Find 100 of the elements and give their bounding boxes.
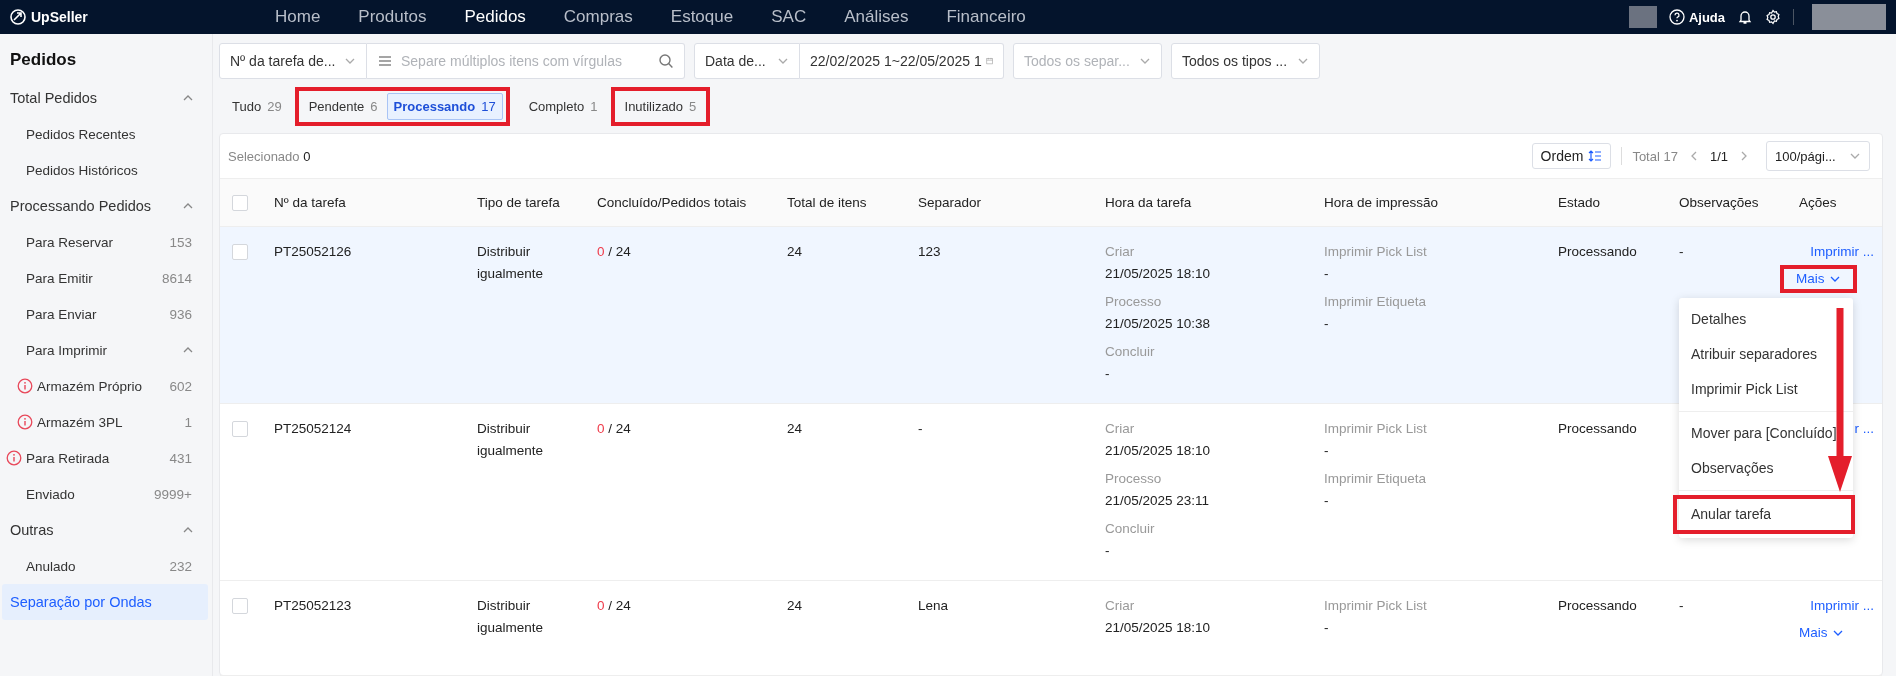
time-label: Criar [1105, 243, 1136, 261]
menu-item[interactable]: Mover para [Concluído] [1691, 416, 1837, 451]
print-link[interactable]: r ... [1854, 418, 1882, 440]
picker-name: Lena [918, 598, 949, 613]
page-indicator: 1/1 [1709, 148, 1728, 164]
list-icon [377, 53, 393, 69]
tab[interactable]: Inutilizado 5 [617, 92, 704, 120]
task-number: PT25052126 [274, 244, 352, 259]
menu-item[interactable]: Anular tarefa [1673, 495, 1855, 534]
tab[interactable]: Pendente 6 [301, 92, 385, 120]
notes-text: - [1679, 598, 1684, 613]
sidebar-item[interactable]: Separação por Ondas [2, 584, 208, 620]
task-number: PT25052124 [274, 421, 352, 436]
progress-count: 0 / 24 [597, 244, 631, 259]
sidebar-item[interactable]: Para Reservar 153 [2, 224, 208, 260]
time-value: - [1105, 542, 1111, 560]
print-label: Imprimir Pick List [1324, 597, 1428, 615]
picker-name: - [918, 421, 923, 436]
column-header: Hora de impressão [1312, 178, 1546, 227]
search-field[interactable]: Separe múltiplos itens com vírgulas [367, 44, 684, 78]
sidebar-item[interactable]: Outras [2, 512, 208, 548]
help-icon [1668, 9, 1685, 25]
sidebar-item[interactable]: Processando Pedidos [2, 188, 208, 224]
column-header: Observações [1667, 178, 1787, 227]
menu-item[interactable]: Observações [1691, 451, 1774, 486]
print-value: - [1324, 315, 1330, 333]
menu-item[interactable]: Detalhes [1691, 302, 1747, 337]
tab[interactable]: Processando 17 [386, 92, 503, 120]
tab[interactable]: Completo 1 [521, 92, 605, 120]
total-count: Total 17 [1632, 148, 1678, 164]
sidebar-item[interactable]: Armazém 3PL 1 [2, 404, 208, 440]
sort-button[interactable]: Ordem [1531, 143, 1612, 169]
bell-icon[interactable] [1737, 9, 1753, 25]
nav-link[interactable]: Compras [544, 7, 652, 27]
sidebar-item[interactable]: Para Enviar 936 [2, 296, 208, 332]
time-value: 21/05/2025 18:10 [1105, 619, 1212, 637]
print-value: - [1324, 619, 1330, 637]
nav-link[interactable]: Home [256, 7, 340, 27]
row-checkbox[interactable] [232, 598, 248, 614]
sidebar-item[interactable]: Pedidos Recentes [2, 116, 208, 152]
print-link[interactable]: Imprimir ... [1810, 595, 1882, 617]
column-header: Hora da tarefa [1093, 178, 1312, 227]
date-range-field[interactable]: 22/02/2025 1~22/05/2025 1 [800, 43, 1004, 79]
print-label: Imprimir Pick List [1324, 243, 1428, 261]
task-type: Distribuir igualmente [477, 244, 544, 281]
column-header: Concluído/Pedidos totais [585, 178, 775, 227]
help-link[interactable]: Ajuda [1668, 9, 1725, 25]
page-size-select[interactable]: 100/pági... [1766, 141, 1870, 171]
column-header: Total de itens [775, 178, 906, 227]
select-all-checkbox[interactable] [232, 194, 248, 211]
nav-link[interactable]: SAC [752, 7, 826, 27]
settings-icon[interactable] [1765, 9, 1781, 25]
column-header: Ações [1787, 178, 1882, 227]
item-count: 24 [787, 244, 803, 259]
logo-text: UpSeller [31, 9, 88, 25]
notes-text: - [1679, 244, 1684, 259]
sidebar-item[interactable]: Para Retirada 431 [2, 440, 208, 476]
row-checkbox[interactable] [232, 244, 248, 260]
date-type-select[interactable]: Data de... [694, 43, 800, 79]
sort-icon [1588, 149, 1603, 163]
search-icon[interactable] [658, 53, 674, 69]
nav-link[interactable]: Financeiro [927, 7, 1045, 27]
nav-link[interactable]: Pedidos [445, 7, 545, 27]
print-value: - [1324, 492, 1330, 510]
print-label: Imprimir Etiqueta [1324, 293, 1428, 311]
nav-link[interactable]: Produtos [339, 7, 446, 27]
tab[interactable]: Tudo 29 [225, 92, 289, 120]
table-row[interactable]: PT25052123 Distribuir igualmente 0 / 24 24 Lena Criar 21/05/2025 18:10 Imprimir Pick List - Processando - Imprimir ... Mais [220, 580, 1882, 676]
account-block[interactable] [1628, 6, 1657, 28]
sidebar-title: Pedidos [9, 49, 78, 71]
more-link[interactable]: Mais [1796, 269, 1841, 289]
task-type: Distribuir igualmente [477, 421, 544, 458]
sidebar-item[interactable]: Enviado 9999+ [2, 476, 208, 512]
sidebar-item[interactable]: Total Pedidos [2, 80, 208, 116]
item-count: 24 [787, 598, 803, 613]
search-type-select[interactable]: Nº da tarefa de... [219, 43, 367, 79]
time-value: 21/05/2025 18:10 [1105, 442, 1212, 460]
time-label: Criar [1105, 597, 1136, 615]
more-link[interactable]: Mais [1799, 623, 1844, 643]
task-type-select[interactable]: Todos os tipos ... [1171, 43, 1320, 79]
status-text: Processando [1558, 421, 1637, 436]
task-number: PT25052123 [274, 598, 352, 613]
sidebar-item[interactable]: Para Emitir 8614 [2, 260, 208, 296]
sidebar-item[interactable]: Anulado 232 [2, 548, 208, 584]
nav-link[interactable]: Estoque [651, 7, 753, 27]
sidebar-item[interactable]: Armazém Próprio 602 [2, 368, 208, 404]
time-value: - [1105, 365, 1111, 383]
print-label: Imprimir Pick List [1324, 420, 1428, 438]
sidebar-item[interactable]: Para Imprimir [2, 332, 208, 368]
column-header: Nº da tarefa [262, 178, 465, 227]
progress-count: 0 / 24 [597, 421, 631, 436]
sidebar-item[interactable]: Pedidos Históricos [2, 152, 208, 188]
nav-link[interactable]: Análises [825, 7, 928, 27]
print-value: - [1324, 442, 1330, 460]
time-value: 21/05/2025 23:11 [1105, 492, 1211, 510]
time-label: Processo [1105, 470, 1163, 488]
menu-item[interactable]: Atribuir separadores [1691, 337, 1818, 372]
progress-count: 0 / 24 [597, 598, 631, 613]
print-link[interactable]: Imprimir ... [1810, 241, 1882, 263]
row-checkbox[interactable] [232, 421, 248, 437]
